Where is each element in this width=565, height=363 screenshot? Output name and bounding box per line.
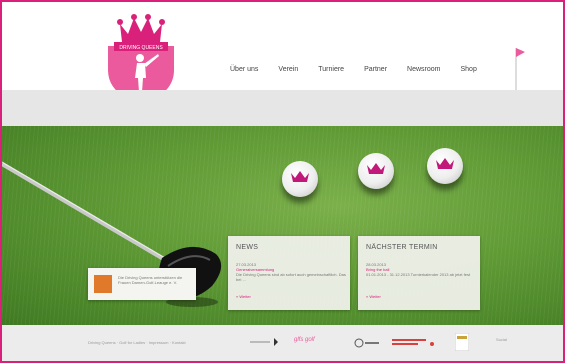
crown-icon: [436, 158, 454, 169]
footer: Driving Queens · Golf for Ladies · Impre…: [2, 325, 563, 361]
news-box: NEWS 27.03.2013 Generalversammlung Die D…: [228, 236, 350, 310]
header: DRIVING QUEENS Über uns Verein Turniere …: [2, 2, 563, 116]
sponsor-mark-icon: [392, 339, 434, 346]
nav-item-newsroom[interactable]: Newsroom: [407, 66, 440, 80]
social-label: Social: [496, 337, 507, 342]
partner-tooltip[interactable]: Die Driving Queens unterstützen die Frau…: [88, 268, 196, 300]
svg-text:DRIVING QUEENS: DRIVING QUEENS: [119, 45, 163, 51]
golf-flag-icon: [515, 48, 525, 90]
footer-text: Driving Queens · Golf for Ladies · Impre…: [88, 340, 186, 345]
golf-ball: [427, 148, 463, 184]
termin-body: 01.01.2013 - 31.12.2013 Turnierkalender …: [366, 272, 471, 277]
nav-item-ueber-uns[interactable]: Über uns: [230, 66, 258, 80]
page-frame: DRIVING QUEENS Über uns Verein Turniere …: [0, 0, 565, 363]
tooltip-text: Die Driving Queens unterstützen die Frau…: [118, 275, 183, 285]
partner-logo-icon: [94, 275, 112, 293]
news-more-link[interactable]: » Weiter: [236, 294, 251, 299]
sponsor-mark-icon: [354, 338, 379, 348]
nav-item-turniere[interactable]: Turniere: [318, 66, 344, 80]
sponsor-logo-5[interactable]: [454, 332, 470, 352]
termin-box: NÄCHSTER TERMIN 28.03.2013 Bring the bal…: [358, 236, 480, 310]
sponsor-mark-icon: [250, 338, 278, 346]
header-band: [2, 90, 563, 126]
sponsor-glfs-golf[interactable]: glfs golf: [294, 337, 315, 343]
nav-item-verein[interactable]: Verein: [278, 66, 298, 80]
sponsor-logo-1[interactable]: [250, 337, 284, 347]
crown-icon: [291, 171, 309, 182]
sponsor-mark-icon: [454, 332, 470, 352]
sponsor-logo-3[interactable]: [354, 337, 380, 349]
news-title: NEWS: [236, 244, 259, 251]
nav-item-partner[interactable]: Partner: [364, 66, 387, 80]
crown-icon: [367, 163, 385, 174]
termin-more-link[interactable]: » Weiter: [366, 294, 381, 299]
main-nav: Über uns Verein Turniere Partner Newsroo…: [230, 66, 497, 80]
sponsor-logo-4[interactable]: [392, 336, 436, 348]
news-body: Die Driving Queens sind ab sofort auch g…: [236, 272, 346, 282]
golf-ball: [282, 161, 318, 197]
nav-item-shop[interactable]: Shop: [461, 66, 477, 80]
golf-ball: [358, 153, 394, 189]
termin-title: NÄCHSTER TERMIN: [366, 244, 438, 251]
